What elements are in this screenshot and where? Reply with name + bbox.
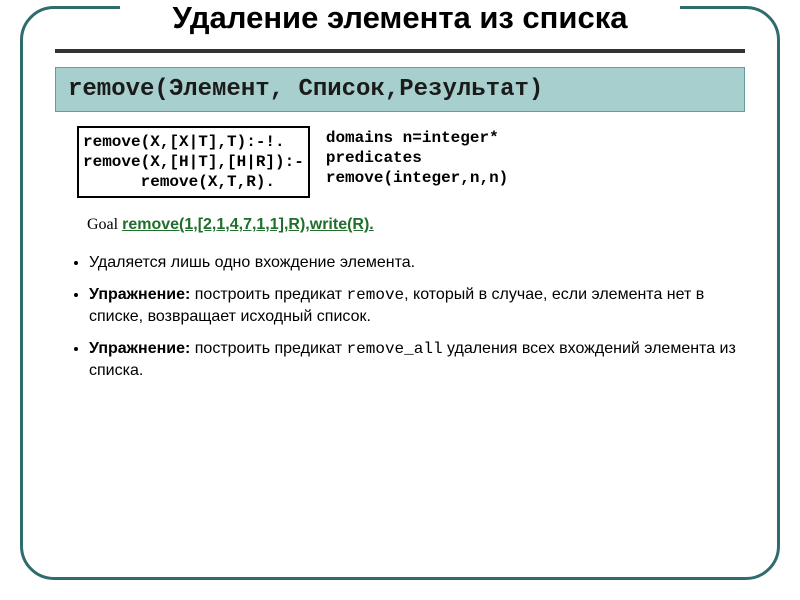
- goal-line: Goal remove(1,[2,1,4,7,1,1],R),write(R).: [87, 216, 749, 234]
- list-item: Упражнение: построить предикат remove, к…: [89, 284, 739, 328]
- bullet-list: Удаляется лишь одно вхождение элемента. …: [89, 252, 739, 382]
- goal-label: Goal: [87, 216, 122, 233]
- bullet-text: построить предикат: [190, 340, 346, 357]
- list-item: Упражнение: построить предикат remove_al…: [89, 338, 739, 382]
- bullet-text: Удаляется лишь одно вхождение элемента.: [89, 254, 415, 271]
- bullet-mono: remove_all: [347, 340, 443, 358]
- bullet-mono: remove: [347, 286, 405, 304]
- remove-definition-code: remove(X,[X|T],T):-!. remove(X,[H|T],[H|…: [77, 126, 310, 198]
- bullet-bold: Упражнение:: [89, 286, 190, 303]
- slide-frame: Удаление элемента из списка remove(Элеме…: [20, 6, 780, 580]
- domains-predicates-block: domains n=integer* predicates remove(int…: [326, 126, 508, 188]
- title-divider: [55, 49, 745, 53]
- bullet-text: построить предикат: [190, 286, 346, 303]
- bullet-bold: Упражнение:: [89, 340, 190, 357]
- slide-title: Удаление элемента из списка: [120, 1, 680, 35]
- predicate-signature: remove(Элемент, Список,Результат): [55, 67, 745, 112]
- list-item: Удаляется лишь одно вхождение элемента.: [89, 252, 739, 274]
- code-row: remove(X,[X|T],T):-!. remove(X,[H|T],[H|…: [77, 126, 739, 198]
- goal-code: remove(1,[2,1,4,7,1,1],R),write(R).: [122, 216, 374, 233]
